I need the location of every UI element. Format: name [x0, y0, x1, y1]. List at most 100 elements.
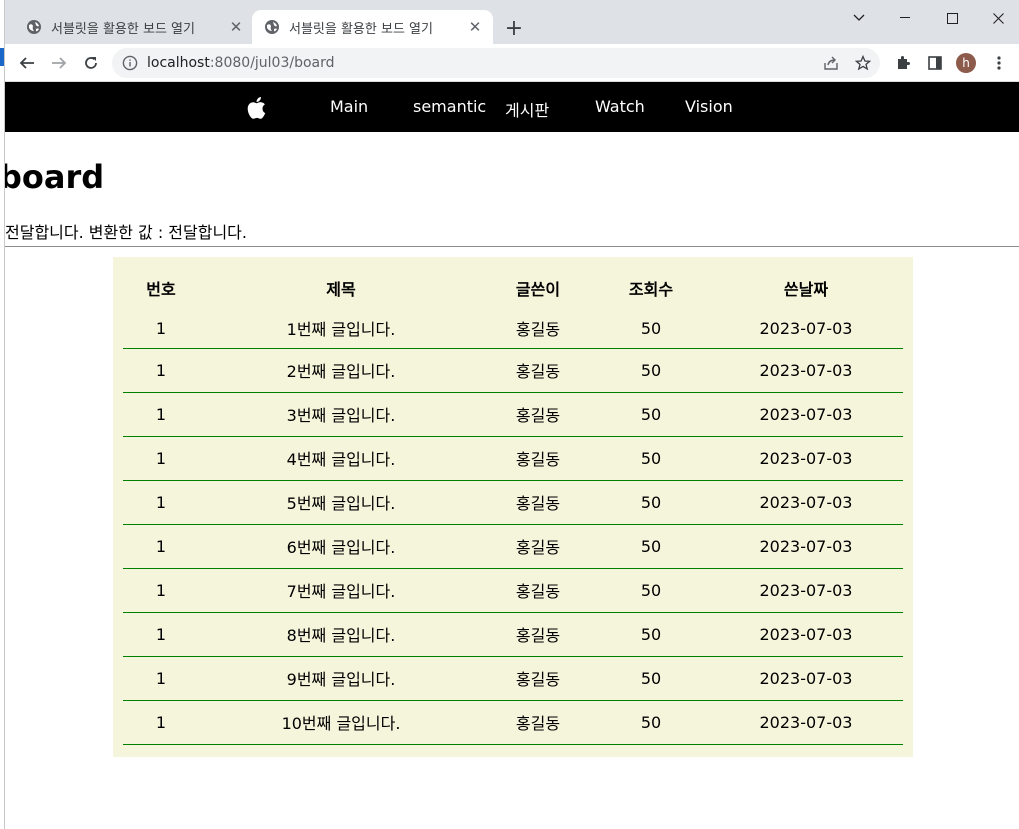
extensions-puzzle-icon[interactable] — [889, 49, 917, 77]
divider — [5, 246, 1019, 247]
table-row[interactable]: 1 9번째 글입니다. 홍길동 50 2023-07-03 — [123, 656, 903, 701]
board-table: 번호 제목 글쓴이 조회수 쓴날짜 1 1번째 글입니다. 홍길동 50 202… — [123, 267, 903, 745]
table-row[interactable]: 1 3번째 글입니다. 홍길동 50 2023-07-03 — [123, 392, 903, 437]
browser-tab-1[interactable]: 서블릿을 활용한 보드 열기 ✕ — [14, 10, 254, 44]
cell-writer: 홍길동 — [483, 436, 593, 481]
url-path: :8080/jul03/board — [209, 55, 335, 71]
back-arrow-icon[interactable] — [13, 49, 41, 77]
table-row[interactable]: 1 10번째 글입니다. 홍길동 50 2023-07-03 — [123, 700, 903, 745]
column-header-views: 조회수 — [628, 280, 674, 299]
browser-toolbar: localhost:8080/jul03/board h — [0, 44, 1019, 82]
share-icon[interactable] — [817, 49, 845, 77]
page-title: board — [0, 158, 105, 196]
tab-title: 서블릿을 활용한 보드 열기 — [51, 21, 195, 37]
cell-number: 1 — [123, 436, 199, 481]
nav-item-vision[interactable]: Vision — [685, 97, 733, 116]
converted-message: 전달합니다. 변환한 값 : 전달합니다. — [5, 223, 247, 242]
background-window-sliver — [0, 48, 4, 66]
cell-date: 2023-07-03 — [709, 656, 903, 701]
apple-icon[interactable] — [246, 95, 270, 121]
tab-close-icon[interactable]: ✕ — [463, 15, 487, 39]
cell-views: 50 — [593, 348, 709, 393]
cell-title[interactable]: 10번째 글입니다. — [199, 700, 483, 745]
tab-title: 서블릿을 활용한 보드 열기 — [289, 21, 433, 37]
cell-number: 1 — [123, 309, 199, 349]
column-header-date: 쓴날짜 — [783, 280, 829, 299]
cell-views: 50 — [593, 436, 709, 481]
kebab-menu-icon[interactable] — [985, 49, 1013, 77]
tab-close-icon[interactable]: ✕ — [224, 15, 248, 39]
globe-icon — [26, 19, 42, 35]
cell-title[interactable]: 7번째 글입니다. — [199, 568, 483, 613]
maximize-icon[interactable] — [929, 4, 975, 32]
table-header-row: 번호 제목 글쓴이 조회수 쓴날짜 — [123, 267, 903, 309]
cell-writer: 홍길동 — [483, 568, 593, 613]
cell-date: 2023-07-03 — [709, 568, 903, 613]
cell-writer: 홍길동 — [483, 392, 593, 437]
cell-writer: 홍길동 — [483, 656, 593, 701]
cell-views: 50 — [593, 700, 709, 745]
cell-views: 50 — [593, 524, 709, 569]
cell-views: 50 — [593, 612, 709, 657]
cell-title[interactable]: 2번째 글입니다. — [199, 348, 483, 393]
table-row[interactable]: 1 4번째 글입니다. 홍길동 50 2023-07-03 — [123, 436, 903, 481]
cell-number: 1 — [123, 480, 199, 525]
cell-title[interactable]: 3번째 글입니다. — [199, 392, 483, 437]
minimize-icon[interactable] — [882, 4, 928, 32]
cell-views: 50 — [593, 568, 709, 613]
cell-writer: 홍길동 — [483, 524, 593, 569]
table-row[interactable]: 1 8번째 글입니다. 홍길동 50 2023-07-03 — [123, 612, 903, 657]
cell-views: 50 — [593, 392, 709, 437]
cell-title[interactable]: 6번째 글입니다. — [199, 524, 483, 569]
cell-number: 1 — [123, 392, 199, 437]
cell-number: 1 — [123, 612, 199, 657]
cell-writer: 홍길동 — [483, 700, 593, 745]
table-row[interactable]: 1 2번째 글입니다. 홍길동 50 2023-07-03 — [123, 348, 903, 393]
cell-title[interactable]: 8번째 글입니다. — [199, 612, 483, 657]
browser-tab-2[interactable]: 서블릿을 활용한 보드 열기 ✕ — [252, 10, 493, 44]
nav-item-board[interactable]: 게시판 — [505, 97, 549, 121]
browser-tabstrip: 서블릿을 활용한 보드 열기 ✕ 서블릿을 활용한 보드 열기 ✕ + — [0, 0, 1019, 44]
window-close-icon[interactable] — [975, 4, 1019, 32]
url-text: localhost:8080/jul03/board — [147, 55, 335, 71]
page-viewport: Main semantic 게시판 Watch Vision board 전달합… — [0, 82, 1019, 829]
site-info-icon[interactable] — [121, 54, 139, 72]
top-navbar: Main semantic 게시판 Watch Vision — [5, 82, 1019, 132]
reload-icon[interactable] — [77, 49, 105, 77]
board-container: 번호 제목 글쓴이 조회수 쓴날짜 1 1번째 글입니다. 홍길동 50 202… — [113, 257, 913, 757]
cell-title[interactable]: 4번째 글입니다. — [199, 436, 483, 481]
cell-number: 1 — [123, 700, 199, 745]
cell-title[interactable]: 5번째 글입니다. — [199, 480, 483, 525]
cell-date: 2023-07-03 — [709, 309, 903, 349]
cell-number: 1 — [123, 656, 199, 701]
cell-number: 1 — [123, 524, 199, 569]
new-tab-button[interactable]: + — [502, 14, 526, 42]
nav-item-main[interactable]: Main — [330, 97, 368, 116]
cell-date: 2023-07-03 — [709, 348, 903, 393]
cell-views: 50 — [593, 309, 709, 349]
table-row[interactable]: 1 5번째 글입니다. 홍길동 50 2023-07-03 — [123, 480, 903, 525]
cell-title[interactable]: 1번째 글입니다. — [199, 309, 483, 349]
nav-item-semantic[interactable]: semantic — [413, 97, 486, 116]
cell-date: 2023-07-03 — [709, 524, 903, 569]
tab-search-chevron-icon[interactable] — [836, 4, 882, 32]
side-panel-icon[interactable] — [921, 49, 949, 77]
column-header-writer: 글쓴이 — [515, 280, 561, 299]
cell-title[interactable]: 9번째 글입니다. — [199, 656, 483, 701]
forward-arrow-icon[interactable] — [45, 49, 73, 77]
nav-item-watch[interactable]: Watch — [595, 97, 645, 116]
column-header-number: 번호 — [146, 280, 176, 299]
profile-avatar[interactable]: h — [956, 53, 976, 73]
cell-views: 50 — [593, 656, 709, 701]
bookmark-star-icon[interactable] — [849, 49, 877, 77]
cell-writer: 홍길동 — [483, 612, 593, 657]
globe-icon — [264, 19, 280, 35]
address-bar[interactable]: localhost:8080/jul03/board — [112, 48, 880, 78]
cell-date: 2023-07-03 — [709, 700, 903, 745]
table-row[interactable]: 1 1번째 글입니다. 홍길동 50 2023-07-03 — [123, 309, 903, 349]
table-row[interactable]: 1 6번째 글입니다. 홍길동 50 2023-07-03 — [123, 524, 903, 569]
cell-writer: 홍길동 — [483, 309, 593, 349]
cell-date: 2023-07-03 — [709, 612, 903, 657]
table-row[interactable]: 1 7번째 글입니다. 홍길동 50 2023-07-03 — [123, 568, 903, 613]
column-header-title: 제목 — [326, 280, 356, 299]
